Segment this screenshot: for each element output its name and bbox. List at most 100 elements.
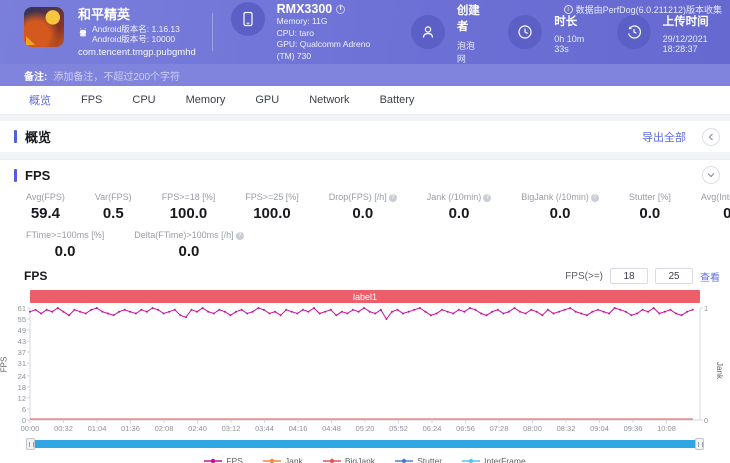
x-tick-label: 01:04 bbox=[87, 424, 107, 433]
x-tick-label: 08:00 bbox=[523, 424, 542, 433]
app-section: 和平精英 Android版本名: 1.16.13 Android版本号: 100… bbox=[24, 6, 196, 58]
fps-threshold-filter: FPS(>=) 查看 bbox=[565, 268, 720, 284]
device-info-icon[interactable]: i bbox=[336, 4, 346, 14]
x-tick-label: 06:56 bbox=[456, 424, 475, 433]
legend-item-FPS[interactable]: FPS bbox=[204, 456, 243, 463]
device-memory: Memory: 11G bbox=[276, 16, 328, 26]
metric-Stutter [%]: Stutter [%] 0.0 bbox=[629, 192, 671, 222]
metric-FPS>=18 [%]: FPS>=18 [%] 100.0 bbox=[162, 192, 216, 222]
metric-Var(FPS): Var(FPS) 0.5 bbox=[95, 192, 132, 222]
x-tick-label: 07:28 bbox=[489, 424, 509, 433]
fps-threshold-input-2[interactable] bbox=[655, 268, 693, 284]
x-tick-label: 03:12 bbox=[221, 424, 241, 433]
metric-value: 0.0 bbox=[549, 205, 571, 222]
note-input[interactable]: 添加备注，不超过200个字符 bbox=[53, 68, 180, 83]
right-axis-title: Jank bbox=[715, 362, 725, 379]
device-model: RMX3300 bbox=[276, 2, 333, 16]
legend-label: FPS bbox=[226, 456, 243, 463]
y-tick-label: 1 bbox=[704, 304, 709, 313]
view-button[interactable]: 查看 bbox=[700, 269, 720, 284]
legend-item-BigJank[interactable]: BigJank bbox=[322, 456, 375, 463]
fps-card: FPS Avg(FPS) 59.4 Var(FPS) 0.5 FPS>=18 [%] 10… bbox=[0, 159, 730, 463]
legend-item-InterFrame[interactable]: InterFrame bbox=[462, 456, 526, 463]
metric-value: 0.0 bbox=[54, 243, 76, 260]
help-icon[interactable]: ? bbox=[483, 194, 492, 202]
metric-Delta(FTime)>100ms [/h]: Delta(FTime)>100ms [/h]? 0.0 bbox=[134, 230, 244, 260]
legend-marker-icon bbox=[462, 458, 481, 463]
x-tick-label: 01:36 bbox=[121, 424, 140, 433]
tab-概览[interactable]: 概览 bbox=[14, 92, 66, 108]
y-tick-label: 12 bbox=[17, 393, 26, 403]
x-tick-label: 04:48 bbox=[322, 424, 341, 433]
section-marker bbox=[14, 130, 17, 143]
y-tick-label: 31 bbox=[17, 359, 26, 369]
legend-label: Stutter bbox=[417, 456, 443, 463]
x-tick-label: 09:04 bbox=[590, 424, 609, 433]
x-tick-label: 04:16 bbox=[288, 424, 308, 433]
metric-Avg(FPS): Avg(FPS) 59.4 bbox=[26, 192, 65, 222]
x-tick-label: 03:44 bbox=[255, 424, 274, 433]
app-header: i 数据由PerfDog(6.0.211212)版本收集 和平精英 Androi… bbox=[0, 0, 730, 64]
legend-label: Jank bbox=[284, 456, 303, 463]
note-label: 备注: bbox=[24, 71, 48, 83]
creator-value: 泡泡 网 bbox=[456, 40, 475, 64]
x-tick-label: 08:32 bbox=[556, 424, 576, 433]
tab-FPS[interactable]: FPS bbox=[66, 94, 117, 106]
note-bar: 备注: 添加备注，不超过200个字符 bbox=[0, 64, 730, 86]
help-icon[interactable]: ? bbox=[388, 194, 397, 202]
tab-CPU[interactable]: CPU bbox=[117, 94, 170, 106]
app-icon bbox=[24, 6, 64, 47]
perfdog-report-page: i 数据由PerfDog(6.0.211212)版本收集 和平精英 Androi… bbox=[0, 0, 730, 463]
metric-value: 0.0 bbox=[723, 205, 730, 222]
phone-icon bbox=[230, 2, 265, 36]
chart-label-banner: label1 bbox=[30, 290, 700, 303]
fps-threshold-label: FPS(>=) bbox=[565, 270, 603, 282]
fps-metrics-row2: FTime>=100ms [%] 0.0 Delta(FTime)>100ms [/… bbox=[0, 222, 730, 262]
collapse-left-button[interactable] bbox=[702, 127, 720, 146]
y-tick-label: 18 bbox=[17, 382, 26, 392]
collect-info: i 数据由PerfDog(6.0.211212)版本收集 bbox=[563, 3, 722, 16]
clock-icon bbox=[508, 15, 543, 49]
tab-Network[interactable]: Network bbox=[294, 94, 364, 106]
metric-value: 0.0 bbox=[352, 205, 374, 222]
metric-label: FPS>=25 [%] bbox=[245, 192, 299, 202]
scrollbar-handle-right[interactable] bbox=[695, 438, 704, 450]
android-version-code: Android版本号: 10000 bbox=[92, 33, 176, 44]
fps-line-plot[interactable] bbox=[27, 307, 703, 423]
fps-metrics-row1: Avg(FPS) 59.4 Var(FPS) 0.5 FPS>=18 [%] 100.0 F… bbox=[0, 190, 730, 222]
x-tick-label: 02:40 bbox=[188, 424, 207, 433]
device-section: RMX3300 i Memory: 11G CPU: taro GPU: Qua… bbox=[230, 2, 386, 62]
fps-threshold-input-1[interactable] bbox=[610, 268, 648, 284]
chart-zoom-scrollbar[interactable] bbox=[26, 438, 704, 450]
help-icon[interactable]: ? bbox=[590, 194, 599, 202]
tab-GPU[interactable]: GPU bbox=[240, 94, 294, 106]
x-tick-label: 10:08 bbox=[657, 424, 676, 433]
tab-Battery[interactable]: Battery bbox=[365, 94, 430, 106]
tab-Memory[interactable]: Memory bbox=[171, 94, 241, 106]
x-tick-label: 05:20 bbox=[355, 424, 375, 433]
x-tick-label: 00:00 bbox=[20, 424, 40, 433]
left-axis-title: FPS bbox=[0, 356, 9, 373]
collect-info-text: 数据由PerfDog(6.0.211212)版本收集 bbox=[575, 5, 722, 15]
creator-label: 创建者 bbox=[456, 4, 480, 33]
metric-value: 0.5 bbox=[102, 205, 124, 222]
metric-label: FPS>=18 [%] bbox=[161, 192, 216, 202]
metric-label: Jank (/10min)? bbox=[427, 192, 492, 202]
export-all-button[interactable]: 导出全部 bbox=[642, 129, 686, 145]
legend-marker-icon bbox=[204, 458, 223, 463]
legend-item-Jank[interactable]: Jank bbox=[262, 456, 303, 463]
upload-value: 29/12/2021 18:28:37 bbox=[662, 33, 708, 54]
history-clock-icon bbox=[616, 15, 651, 49]
legend-marker-icon bbox=[322, 458, 341, 463]
legend-item-Stutter[interactable]: Stutter bbox=[395, 456, 442, 463]
metric-value: 100.0 bbox=[169, 205, 208, 222]
fps-chart: 61 55 49 43 37 31 24 18 12 6 0 10 FPS Jank 00:00 00… bbox=[0, 304, 730, 463]
collapse-down-button[interactable] bbox=[702, 166, 720, 184]
scrollbar-handle-left[interactable] bbox=[26, 438, 35, 450]
chart-legend: FPS Jank BigJank Stutter InterFrame bbox=[0, 456, 730, 463]
app-name: 和平精英 bbox=[78, 6, 131, 22]
metric-label: Drop(FPS) [/h]? bbox=[329, 192, 397, 202]
help-icon[interactable]: ? bbox=[235, 232, 244, 240]
overview-section-header: 概览 导出全部 bbox=[0, 121, 730, 152]
scrollbar-fill[interactable] bbox=[30, 440, 700, 448]
